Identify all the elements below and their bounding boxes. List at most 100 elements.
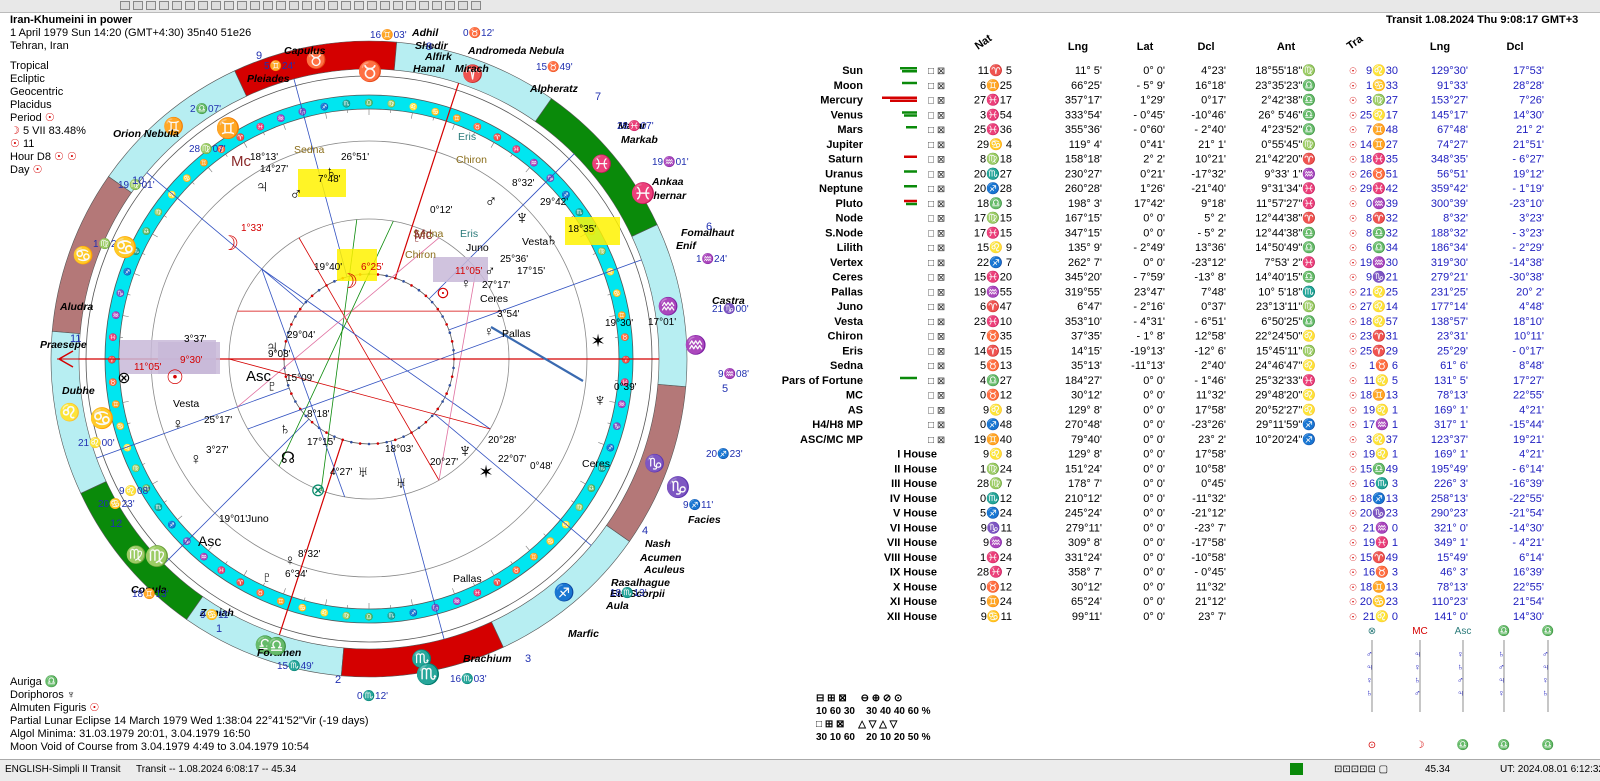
chart-wheel[interactable]: ♈♉♊♋♌♍♎♏♐♑♒♓♈♉♊♋♌♍♎♏♐♑♒♓♈♉♊♋♌♍♎♏♐♑♒♓♈♉♊♋… bbox=[0, 12, 780, 712]
ring-glyph: ♎ bbox=[365, 98, 374, 107]
matrix-foot-icon: ☽ bbox=[1416, 740, 1425, 751]
planet-glyph-icon: ✶ bbox=[590, 331, 605, 351]
fixed-star-label: Mirach bbox=[455, 63, 489, 75]
strength-bar bbox=[904, 170, 917, 173]
natal-lng: 345°20' bbox=[1065, 272, 1102, 284]
toolbar-button[interactable] bbox=[471, 1, 481, 10]
fixed-star-label: Enif bbox=[676, 240, 697, 252]
toolbar-button[interactable] bbox=[302, 1, 312, 10]
toolbar-button[interactable] bbox=[393, 1, 403, 10]
natal-ant: 22°24'50"♌ bbox=[1255, 330, 1316, 343]
planet-label: 18°13' bbox=[250, 152, 278, 163]
toolbar-button[interactable] bbox=[276, 1, 286, 10]
matrix-glyph-icon: ♄ bbox=[1366, 688, 1373, 698]
cusp-label: 20♐23' bbox=[706, 447, 743, 460]
fixed-star-label: Nash bbox=[645, 538, 671, 550]
natal-row-name: Jupiter bbox=[826, 139, 863, 151]
natal-row-name: Mars bbox=[837, 124, 863, 136]
house-lat: 0° 0' bbox=[1143, 493, 1165, 505]
house-number: 8 bbox=[426, 41, 432, 53]
natal-lng: 262° 7' bbox=[1068, 257, 1102, 269]
natal-lng: 347°15' bbox=[1065, 227, 1102, 239]
sign-glyph: ♓ bbox=[591, 154, 612, 174]
ring-glyph: ♍ bbox=[598, 246, 607, 255]
natal-row-name: Juno bbox=[837, 301, 864, 313]
transit-lng: 74°27' bbox=[1437, 139, 1468, 151]
planet-label: 6°34' bbox=[285, 569, 308, 580]
natal-dcl: 5° 2' bbox=[1204, 213, 1226, 225]
status-indicator-icon[interactable] bbox=[1290, 763, 1303, 775]
transit-pos: 11♌ 5 bbox=[1364, 374, 1398, 387]
natal-lng: 319°55' bbox=[1065, 286, 1102, 298]
center-dot bbox=[449, 384, 452, 387]
transit-dcl: - 6°27' bbox=[1512, 154, 1544, 166]
house-row-name: V House bbox=[893, 508, 937, 520]
matrix-glyph-icon: ♂ bbox=[1457, 675, 1464, 685]
fixed-star-label: Facies bbox=[688, 514, 721, 526]
toolbar-button[interactable] bbox=[445, 1, 455, 10]
toolbar-button[interactable] bbox=[458, 1, 468, 10]
transit-pos: 21♌ 0 bbox=[1363, 610, 1398, 623]
house-lat: 0° 0' bbox=[1143, 463, 1165, 475]
cusp-label: 0♉12' bbox=[463, 26, 494, 39]
toolbar-button[interactable] bbox=[146, 1, 156, 10]
house-lat: 0° 0' bbox=[1143, 508, 1165, 520]
cusp-label: 15♏49' bbox=[277, 659, 314, 672]
natal-lng: 355°36' bbox=[1065, 124, 1102, 136]
toolbar-button[interactable] bbox=[341, 1, 351, 10]
house-lat: 0° 0' bbox=[1143, 567, 1165, 579]
transit-pos: 15♈49 bbox=[1360, 551, 1398, 564]
cusp-label: 19♒01' bbox=[652, 155, 689, 168]
transit-glyph-icon: ☉ bbox=[1349, 169, 1357, 179]
toolbar-button[interactable] bbox=[328, 1, 338, 10]
toolbar-button[interactable] bbox=[289, 1, 299, 10]
ring-glyph: ♎ bbox=[142, 227, 151, 236]
house-number: 5 bbox=[722, 383, 728, 395]
planet-label: 19°01' bbox=[219, 514, 247, 525]
ring-glyph: ♏ bbox=[154, 502, 163, 511]
natal-lat: 1°26' bbox=[1140, 183, 1165, 195]
toolbar-button[interactable] bbox=[250, 1, 260, 10]
toolbar-button[interactable] bbox=[120, 1, 130, 10]
planet-glyph-icon: ♉ bbox=[358, 59, 383, 83]
status-buttons[interactable]: ⊡⊡⊡⊡⊡ ▢ bbox=[1334, 764, 1388, 775]
toolbar-button[interactable] bbox=[198, 1, 208, 10]
house-pos: 9♋11 bbox=[981, 610, 1012, 623]
toolbar-button[interactable] bbox=[133, 1, 143, 10]
toolbar-button[interactable] bbox=[211, 1, 221, 10]
natal-lat: 0° 0' bbox=[1143, 375, 1165, 387]
ring-glyph: ♐ bbox=[606, 443, 615, 452]
toolbar-button[interactable] bbox=[159, 1, 169, 10]
toolbar-button[interactable] bbox=[237, 1, 247, 10]
house-lat: 0° 0' bbox=[1143, 537, 1165, 549]
toolbar-button[interactable] bbox=[406, 1, 416, 10]
status-bar: ENGLISH-Simpli II Transit Transit -- 1.0… bbox=[0, 759, 1600, 781]
toolbar-button[interactable] bbox=[315, 1, 325, 10]
planet-glyph-icon: ⊗ bbox=[310, 480, 325, 500]
toolbar-button[interactable] bbox=[172, 1, 182, 10]
transit-pos: 1♋33 bbox=[1366, 79, 1398, 92]
toolbar-button[interactable] bbox=[367, 1, 377, 10]
toolbar-button[interactable] bbox=[380, 1, 390, 10]
ring-glyph: ♎ bbox=[587, 484, 596, 493]
natal-pos: 20♏27 bbox=[974, 167, 1012, 180]
house-number: 10 bbox=[132, 175, 144, 187]
toolbar-button[interactable] bbox=[432, 1, 442, 10]
toolbar-button[interactable] bbox=[185, 1, 195, 10]
planet-label: Sedna bbox=[294, 144, 325, 156]
stats-icons-1: ⊟ ⊞ ⊠ ⊖ ⊕ ⊘ ⊙ bbox=[816, 693, 931, 704]
natal-lng: 14°15' bbox=[1071, 345, 1102, 357]
natal-lat: 0° 0' bbox=[1143, 390, 1165, 402]
center-dot bbox=[418, 289, 421, 292]
natal-dcl: -23°12' bbox=[1191, 257, 1226, 269]
ring-glyph: ♉ bbox=[256, 588, 265, 597]
toolbar-button[interactable] bbox=[419, 1, 429, 10]
house-row-name: X House bbox=[893, 581, 937, 593]
toolbar-button[interactable] bbox=[354, 1, 364, 10]
planet-label: 3°37' bbox=[184, 334, 207, 345]
toolbar-button[interactable] bbox=[263, 1, 273, 10]
planet-glyph-icon: ♆ bbox=[515, 207, 530, 229]
toolbar-button[interactable] bbox=[224, 1, 234, 10]
transit-dcl: - 4°21' bbox=[1512, 537, 1544, 549]
natal-row-name: Sedna bbox=[830, 360, 864, 372]
